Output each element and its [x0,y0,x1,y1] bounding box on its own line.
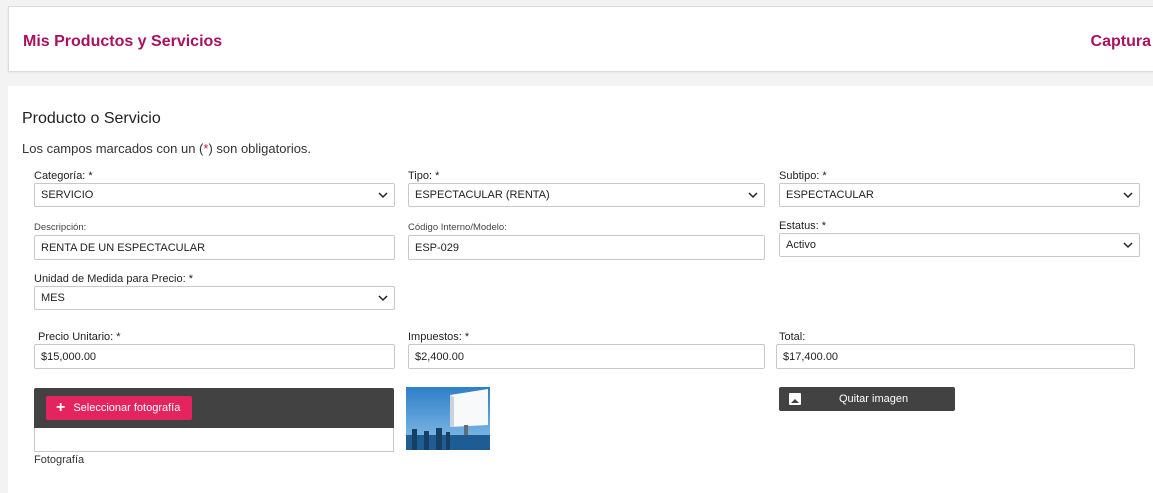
descripcion-label: Descripción: [34,222,87,233]
chevron-down-icon [748,190,758,200]
chevron-down-icon [378,190,388,200]
categoria-label: Categoría: * [34,170,93,182]
unidad-select[interactable]: MES [34,286,395,310]
codigo-input[interactable]: ESP-029 [408,235,765,260]
chevron-down-icon [1123,190,1133,200]
photo-toolbar: + Seleccionar fotografía [34,388,394,428]
required-note: Los campos marcados con un (*) son oblig… [22,141,312,156]
photo-file-field[interactable] [34,428,394,452]
codigo-label: Código Interno/Modelo: [408,222,507,233]
plus-icon: + [56,399,66,416]
chevron-down-icon [378,293,388,303]
precio-label: Precio Unitario: * [38,331,121,343]
billboard-thumbnail [406,387,490,450]
total-input[interactable]: $17,400.00 [776,344,1135,369]
precio-input[interactable]: $15,000.00 [34,344,395,369]
section-title: Producto o Servicio [22,110,161,127]
select-photo-button[interactable]: + Seleccionar fotografía [46,396,193,420]
descripcion-input[interactable]: RENTA DE UN ESPECTACULAR [34,235,395,260]
estatus-select[interactable]: Activo [779,233,1140,257]
categoria-select[interactable]: SERVICIO [34,183,395,207]
photo-label: Fotografía [34,454,85,466]
subtipo-label: Subtipo: * [779,170,827,182]
estatus-label: Estatus: * [779,220,827,232]
unidad-label: Unidad de Medida para Precio: * [34,273,193,285]
photo-uploader: + Seleccionar fotografía [34,388,394,452]
page-title: Mis Productos y Servicios [23,33,223,50]
tipo-select[interactable]: ESPECTACULAR (RENTA) [408,183,765,207]
chevron-down-icon [1123,240,1133,250]
product-form-panel: Producto o Servicio Los campos marcados … [8,86,1153,493]
image-icon [789,393,801,405]
tipo-label: Tipo: * [408,170,440,182]
impuestos-label: Impuestos: * [408,331,470,343]
page-header: Mis Productos y Servicios Captura [8,6,1153,72]
impuestos-input[interactable]: $2,400.00 [408,344,765,369]
total-label: Total: [779,331,806,343]
capture-link[interactable]: Captura [1091,33,1151,51]
remove-image-button[interactable]: Quitar imagen [779,387,955,411]
subtipo-select[interactable]: ESPECTACULAR [779,183,1140,207]
